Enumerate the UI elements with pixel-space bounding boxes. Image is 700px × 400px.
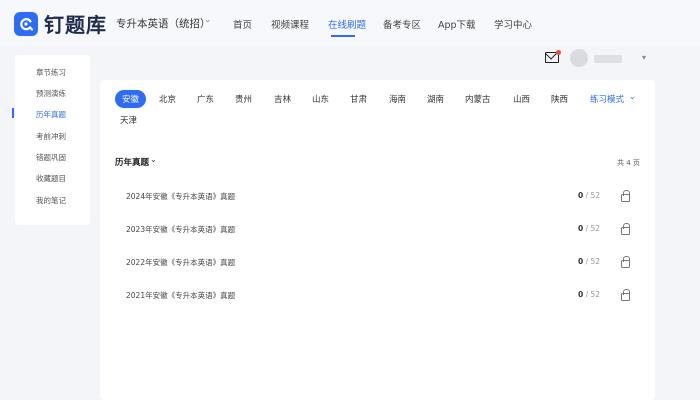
region-tab-inner-mongolia[interactable]: 内蒙古 [465, 93, 491, 105]
region-tab-beijing[interactable]: 北京 [159, 93, 176, 105]
paper-title[interactable]: 2024年安徽《专升本英语》真题 [126, 191, 235, 202]
region-tab-hunan[interactable]: 湖南 [427, 93, 444, 105]
sidebar-item-past-papers[interactable]: 历年真题 [36, 109, 66, 120]
practice-mode-select[interactable]: 练习模式 [590, 93, 624, 105]
logo[interactable]: 钉题库 [14, 9, 107, 38]
chevron-down-icon[interactable]: ▾ [642, 53, 646, 62]
nav-app-download[interactable]: App下载 [438, 17, 476, 31]
logo-icon [14, 11, 38, 36]
brand-name: 钉题库 [44, 13, 107, 37]
course-selector[interactable]: 专升本英语（统招） [116, 16, 211, 31]
notification-dot [556, 50, 561, 55]
nav-video-courses[interactable]: 视频课程 [271, 17, 309, 31]
top-navbar: 钉题库 专升本英语（统招） ⌄ 首页 视频课程 在线刷题 备考专区 App下载 … [0, 0, 700, 46]
chevron-down-icon[interactable]: ⌄ [629, 92, 636, 101]
username-blurred[interactable] [594, 55, 622, 63]
sidebar-item-chapter-practice[interactable]: 章节练习 [36, 67, 66, 78]
sidebar-item-wrong-questions[interactable]: 错题巩固 [36, 152, 66, 163]
paper-title[interactable]: 2023年安徽《专升本英语》真题 [126, 224, 235, 235]
nav-online-practice[interactable]: 在线刷题 [328, 17, 366, 31]
region-tab-hainan[interactable]: 海南 [389, 93, 406, 105]
page-count: 共 4 页 [617, 159, 640, 167]
paper-progress: 0 / 52 [578, 191, 601, 200]
region-tab-anhui[interactable]: 安徽 [115, 90, 147, 108]
lock-icon [621, 256, 630, 268]
chevron-down-icon[interactable]: ⌄ [150, 155, 157, 164]
sidebar-item-final-sprint[interactable]: 考前冲刺 [36, 131, 66, 142]
sidebar-item-favorites[interactable]: 收藏题目 [36, 173, 66, 184]
region-tab-shandong[interactable]: 山东 [312, 93, 329, 105]
nav-home[interactable]: 首页 [233, 17, 252, 31]
region-tab-guizhou[interactable]: 贵州 [235, 93, 252, 105]
paper-title[interactable]: 2022年安徽《专升本英语》真题 [126, 257, 235, 268]
main-panel [100, 80, 655, 400]
avatar[interactable] [570, 49, 588, 67]
region-tab-gansu[interactable]: 甘肃 [350, 93, 367, 105]
paper-progress: 0 / 52 [578, 290, 601, 299]
region-tab-shanxi[interactable]: 山西 [513, 93, 530, 105]
region-tab-shaanxi[interactable]: 陕西 [551, 93, 568, 105]
nav-exam-prep[interactable]: 备考专区 [383, 17, 421, 31]
section-title[interactable]: 历年真题 [115, 156, 149, 168]
region-tab-tianjin[interactable]: 天津 [120, 114, 137, 126]
lock-icon [621, 223, 630, 235]
sidebar-item-mock-drill[interactable]: 预测演练 [36, 88, 66, 99]
lock-icon [621, 289, 630, 301]
chevron-down-icon[interactable]: ⌄ [204, 15, 212, 25]
sidebar-active-indicator [12, 108, 14, 118]
paper-title[interactable]: 2021年安徽《专升本英语》真题 [126, 290, 235, 301]
region-tab-guangdong[interactable]: 广东 [197, 93, 214, 105]
nav-learning-center[interactable]: 学习中心 [494, 17, 532, 31]
paper-progress: 0 / 52 [578, 224, 601, 233]
lock-icon [621, 190, 630, 202]
sidebar-item-my-notes[interactable]: 我的笔记 [36, 195, 66, 206]
paper-progress: 0 / 52 [578, 257, 601, 266]
active-nav-indicator [331, 35, 355, 37]
region-tab-jilin[interactable]: 吉林 [274, 93, 291, 105]
